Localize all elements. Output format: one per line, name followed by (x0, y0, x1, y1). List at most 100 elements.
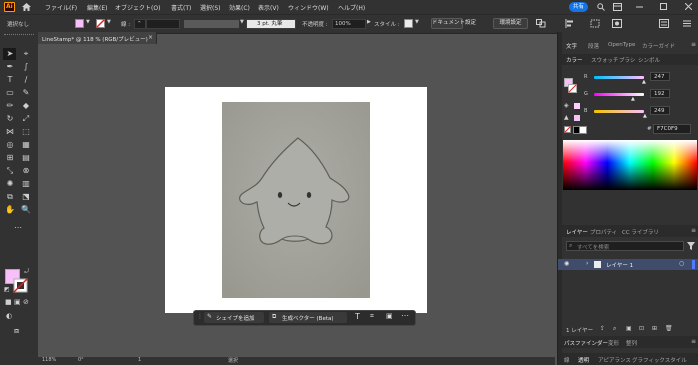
tab-graphic-styles[interactable]: グラフィックスタイル (632, 356, 687, 364)
document-tab[interactable]: LineStamp* @ 118 % (RGB/プレビュー) × (38, 32, 157, 44)
red-slider[interactable] (594, 76, 644, 79)
scale-tool-icon[interactable]: ⤢ (21, 114, 31, 124)
document-setup-button[interactable]: ドキュメント設定 (431, 18, 476, 29)
panel-menu-icon[interactable]: ≡ (691, 227, 696, 234)
add-shape-button[interactable]: ✎ シェイプを追加 (204, 312, 264, 323)
crop-icon[interactable]: ⌗ (370, 312, 374, 321)
direct-selection-tool-icon[interactable]: ⌖ (21, 49, 31, 59)
shaper-tool-icon[interactable]: ✏ (5, 101, 15, 111)
rectangle-tool-icon[interactable]: ▭ (5, 88, 15, 98)
filter-icon[interactable] (687, 242, 695, 250)
arrange-icon[interactable] (613, 3, 622, 11)
menu-file[interactable]: ファイル(F) (45, 3, 77, 12)
layer-search-input[interactable]: ⌕ すべてを検索 (566, 241, 684, 251)
search-icon[interactable] (597, 3, 605, 11)
green-slider-thumb[interactable]: ▲ (631, 96, 635, 102)
green-value-input[interactable]: 192 (650, 89, 670, 98)
tab-align[interactable]: 整列 (626, 339, 637, 347)
eraser-tool-icon[interactable]: ◆ (21, 101, 31, 111)
delete-layer-icon[interactable]: 🗑 (665, 325, 673, 332)
stroke-color-box[interactable] (13, 278, 28, 293)
document-tab-close-icon[interactable]: × (148, 34, 153, 41)
chevron-down-icon[interactable]: ▼ (86, 19, 90, 25)
minimize-icon[interactable] (636, 6, 643, 8)
menu-help[interactable]: ヘルプ(H) (338, 3, 365, 12)
toolbar-collapse-handle[interactable] (4, 34, 34, 38)
blend-tool-icon[interactable]: ⊗ (21, 166, 31, 176)
blue-slider[interactable] (594, 110, 644, 113)
visibility-eye-icon[interactable]: ◉ (564, 260, 569, 267)
draw-mode-icon[interactable]: ◐ (6, 312, 12, 320)
red-slider-thumb[interactable]: ▲ (642, 79, 646, 85)
shape-builder-tool-icon[interactable]: ◎ (5, 140, 15, 150)
menu-view[interactable]: 表示(V) (258, 3, 279, 12)
tab-character[interactable]: 文字 (566, 42, 577, 50)
clipping-mask-icon[interactable]: ▣ (626, 325, 632, 332)
none-mode-icon[interactable]: ⊘ (23, 298, 29, 306)
image-trace-icon[interactable]: ▣ (386, 312, 393, 320)
paintbrush-tool-icon[interactable]: ✎ (21, 88, 31, 98)
stroke-weight-stepper[interactable]: ⌃ (134, 19, 146, 29)
in-gamut-swatch[interactable] (574, 115, 580, 121)
menu-effect[interactable]: 効果(C) (229, 3, 250, 12)
tab-opentype[interactable]: OpenType (608, 42, 635, 48)
none-color-swatch[interactable] (564, 126, 571, 133)
drag-handle-icon[interactable]: ⋮ (197, 313, 203, 320)
layer-row[interactable]: ◉ › レイヤー 1 ○ (558, 259, 698, 270)
selection-tool-icon[interactable]: ➤ (5, 49, 15, 59)
type-tool-icon[interactable]: T (5, 75, 15, 85)
placed-sketch-image[interactable] (222, 102, 370, 298)
free-transform-tool-icon[interactable]: ⬚ (21, 127, 31, 137)
default-colors-icon[interactable]: ◩ (4, 286, 10, 293)
green-slider[interactable] (594, 93, 644, 96)
hex-input[interactable]: F7C0F9 (653, 124, 691, 134)
tab-swatches[interactable]: スウォッチ (591, 56, 619, 64)
home-icon[interactable] (22, 3, 31, 11)
tab-pathfinder[interactable]: パスファインダー (564, 339, 608, 347)
zoom-level[interactable]: 118% (42, 357, 56, 363)
menu-edit[interactable]: 編集(E) (87, 3, 107, 12)
zoom-tool-icon[interactable]: 🔍 (21, 205, 31, 215)
tab-layers[interactable]: レイヤー (566, 228, 588, 236)
out-of-gamut-warning-icon[interactable]: ▲ (564, 114, 569, 121)
out-of-web-warning-icon[interactable]: ◈ (564, 102, 569, 109)
tab-transform[interactable]: 変形 (608, 339, 619, 347)
edit-toolbar-icon[interactable]: ⋯ (13, 223, 23, 233)
slice-tool-icon[interactable]: ⬔ (21, 192, 31, 202)
new-layer-icon[interactable]: ⊞ (652, 325, 657, 332)
column-graph-tool-icon[interactable]: ▥ (21, 179, 31, 189)
tab-stroke[interactable]: 線 (564, 356, 570, 364)
tab-paragraph[interactable]: 段落 (588, 42, 599, 50)
align-icon[interactable] (565, 19, 575, 28)
red-value-input[interactable]: 247 (650, 72, 670, 81)
color-spectrum[interactable] (563, 140, 697, 190)
isolate-icon[interactable] (612, 19, 622, 28)
perspective-grid-tool-icon[interactable]: ▦ (21, 140, 31, 150)
curvature-tool-icon[interactable]: ∫ (21, 62, 31, 72)
color-mode-icon[interactable]: ■ (5, 298, 12, 306)
artboard-number[interactable]: 1 (138, 357, 141, 363)
artboard-tool-icon[interactable]: ⧉ (5, 192, 15, 202)
menu-select[interactable]: 選択(S) (200, 3, 221, 12)
layer-name[interactable]: レイヤー 1 (606, 261, 633, 269)
rotate-view-angle[interactable]: 0° (78, 357, 84, 363)
eyedropper-tool-icon[interactable]: ⤡ (5, 166, 15, 176)
brush-definition[interactable]: 3 pt. 丸筆 (246, 19, 296, 29)
variable-width-profile[interactable] (184, 20, 239, 28)
stroke-none-swatch[interactable] (96, 19, 105, 28)
tab-brushes[interactable]: ブラシ (619, 56, 635, 64)
maximize-icon[interactable] (660, 3, 667, 10)
width-tool-icon[interactable]: ⋈ (5, 127, 15, 137)
tab-cc-libraries[interactable]: CC ライブラリ (622, 228, 659, 236)
menu-window[interactable]: ウィンドウ(W) (288, 3, 329, 12)
share-button[interactable]: 共有 (569, 2, 588, 12)
stroke-weight-input[interactable] (146, 19, 180, 29)
color-stroke-proxy[interactable] (568, 84, 577, 93)
more-options-icon[interactable] (682, 19, 692, 28)
chevron-down-icon[interactable]: ▼ (107, 19, 111, 25)
symbol-sprayer-tool-icon[interactable]: ✺ (5, 179, 15, 189)
panel-scrollbar[interactable] (558, 32, 562, 365)
tab-color[interactable]: カラー (566, 56, 583, 64)
transform-icon[interactable] (590, 19, 600, 28)
gradient-tool-icon[interactable]: ▤ (21, 153, 31, 163)
